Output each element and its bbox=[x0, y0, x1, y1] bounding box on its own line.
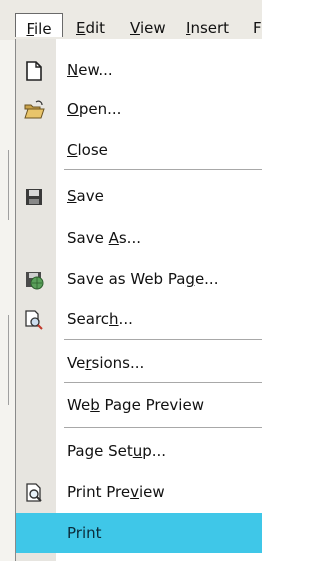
menu-item-save-as[interactable]: Save As... bbox=[16, 218, 262, 258]
menu-edit[interactable]: Edit bbox=[76, 16, 105, 40]
menu-file-mnemonic: F bbox=[26, 20, 34, 38]
new-document-icon bbox=[26, 61, 42, 81]
menu-item-label: Print Preview bbox=[67, 483, 165, 501]
menu-insert-rest: nsert bbox=[190, 19, 230, 37]
search-file-icon bbox=[25, 310, 43, 330]
menu-item-versions[interactable]: Versions... bbox=[16, 343, 262, 383]
menu-item-label: Search... bbox=[67, 310, 133, 328]
menu-item-label: Save bbox=[67, 187, 104, 205]
menu-item-label: Page Setup... bbox=[67, 442, 167, 460]
menu-view[interactable]: View bbox=[130, 16, 166, 40]
menu-item-label: Save As... bbox=[67, 229, 141, 247]
menu-view-mnemonic: V bbox=[130, 19, 140, 37]
menu-format-partial-label: F bbox=[253, 19, 262, 37]
open-folder-icon bbox=[24, 100, 45, 119]
floppy-disk-icon bbox=[26, 189, 42, 205]
menu-item-close[interactable]: Close bbox=[16, 130, 262, 170]
menu-file[interactable]: File bbox=[15, 13, 63, 38]
menu-format-partial[interactable]: F bbox=[253, 16, 262, 40]
document-edge bbox=[0, 40, 15, 561]
menu-edit-rest: dit bbox=[85, 19, 106, 37]
menu-item-save[interactable]: Save bbox=[16, 176, 262, 216]
menu-item-search[interactable]: Search... bbox=[16, 299, 262, 339]
menu-item-open[interactable]: Open... bbox=[16, 89, 262, 129]
menu-item-label: New... bbox=[67, 61, 113, 79]
divider bbox=[8, 150, 9, 220]
save-web-page-icon bbox=[26, 272, 44, 290]
menu-item-label: Print bbox=[67, 524, 102, 542]
menu-item-save-as-web-page[interactable]: Save as Web Page... bbox=[16, 259, 262, 299]
menu-separator bbox=[64, 427, 262, 428]
menu-separator bbox=[64, 339, 262, 340]
menu-bar: File Edit View Insert F bbox=[0, 0, 262, 40]
divider bbox=[8, 315, 9, 405]
menu-item-label: Close bbox=[67, 141, 108, 159]
menu-item-label: Versions... bbox=[67, 354, 145, 372]
print-preview-icon bbox=[26, 483, 42, 502]
menu-item-print-preview[interactable]: Print Preview bbox=[16, 472, 262, 512]
file-menu-dropdown: New... Open... Close Save Save As... Sav… bbox=[15, 39, 262, 561]
menu-item-new[interactable]: New... bbox=[16, 50, 262, 90]
menu-insert[interactable]: Insert bbox=[186, 16, 229, 40]
menu-view-rest: iew bbox=[139, 19, 166, 37]
menu-file-rest: ile bbox=[33, 20, 52, 38]
menu-item-label: Save as Web Page... bbox=[67, 270, 219, 288]
menu-item-page-setup[interactable]: Page Setup... bbox=[16, 431, 262, 471]
menu-separator bbox=[64, 382, 262, 383]
menu-item-label: Web Page Preview bbox=[67, 396, 204, 414]
menu-item-label: Open... bbox=[67, 100, 122, 118]
menu-item-web-page-preview[interactable]: Web Page Preview bbox=[16, 385, 262, 425]
menu-item-print[interactable]: Print bbox=[16, 513, 262, 553]
menu-separator bbox=[64, 169, 262, 170]
